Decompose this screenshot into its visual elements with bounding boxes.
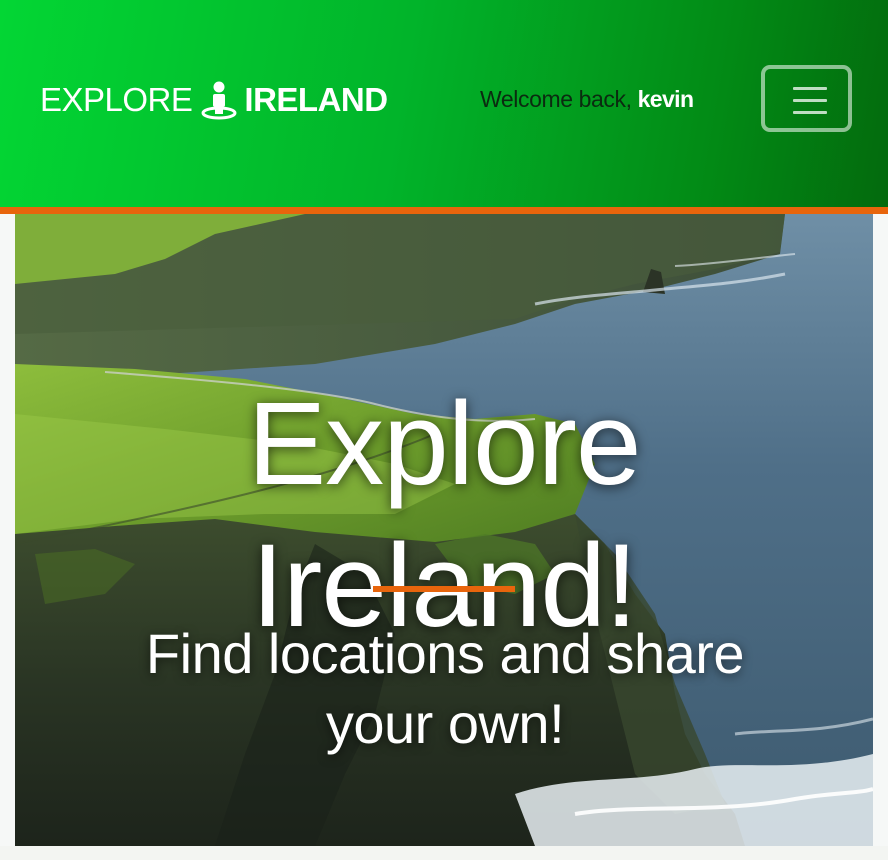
menu-toggle-button[interactable]	[761, 65, 852, 132]
brand-logo-link[interactable]: EXPLORE IRELAND	[40, 80, 388, 120]
top-navbar: EXPLORE IRELAND Welcome back, kevin	[0, 0, 888, 214]
username-label: kevin	[637, 86, 694, 112]
brand-text-ireland: IRELAND	[244, 81, 388, 118]
brand-text-explore: EXPLORE	[40, 81, 193, 118]
hero-subtitle-line-2: your own!	[325, 692, 565, 755]
hero-banner: Explore Ireland! Find locations and shar…	[15, 214, 873, 846]
welcome-prefix: Welcome back,	[480, 86, 638, 112]
hero-title-line-1: Explore	[247, 378, 641, 511]
hero-subtitle: Find locations and share your own!	[75, 619, 815, 759]
hero-divider	[373, 586, 515, 592]
person-pin-icon	[200, 80, 238, 120]
hero-title: Explore Ireland!	[15, 373, 873, 657]
page-bottom-strip	[0, 846, 888, 860]
welcome-message: Welcome back, kevin	[480, 86, 694, 113]
hero-subtitle-line-1: Find locations and share	[145, 622, 745, 685]
